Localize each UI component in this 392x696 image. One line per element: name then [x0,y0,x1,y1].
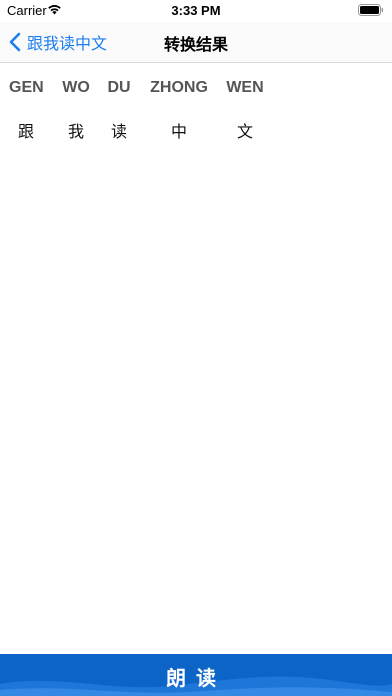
hanzi-text: 我 [67,122,84,141]
result-item: DU 读 [106,77,132,143]
pinyin-text: WEN [226,79,264,96]
status-time: 3:33 PM [171,3,221,18]
read-aloud-label: 朗读 [166,666,226,690]
result-item: WEN 文 [226,77,264,143]
result-item: GEN 跟 [9,77,44,143]
hanzi-text: 中 [170,122,187,141]
page-title: 转换结果 [163,35,228,54]
hanzi-text: 读 [110,122,127,141]
battery-icon [358,4,383,16]
hanzi-text: 文 [236,122,253,141]
screen: Carrier 3:33 PM 跟我读中文 转换结果 GEN 跟 WO 我 DU… [0,0,392,696]
pinyin-text: DU [107,79,131,96]
navigation-bar: 跟我读中文 转换结果 [0,22,392,63]
pinyin-text: WO [62,79,90,96]
status-bar: Carrier 3:33 PM [0,0,392,22]
result-item: WO 我 [61,77,91,143]
read-aloud-button[interactable]: 朗读 [0,654,392,696]
pinyin-text: ZHONG [150,79,208,96]
pinyin-text: GEN [9,79,44,96]
result-item: ZHONG 中 [149,77,209,143]
hanzi-text: 跟 [17,122,34,141]
